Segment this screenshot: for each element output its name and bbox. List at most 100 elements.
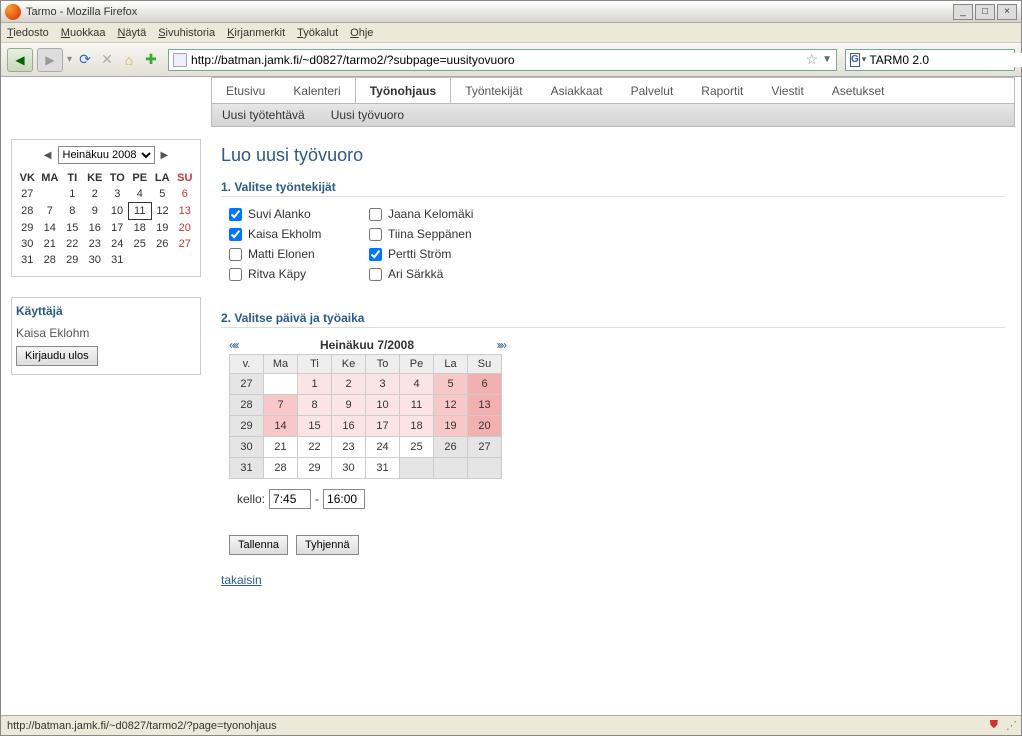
mini-cal-cell[interactable] xyxy=(174,252,197,268)
resize-grip[interactable]: ⋰ xyxy=(1006,719,1015,732)
mini-cal-cell[interactable] xyxy=(129,252,152,268)
employee-item[interactable]: Pertti Ström xyxy=(369,247,509,261)
shift-cal-day[interactable]: 30 xyxy=(332,458,366,479)
stop-icon[interactable]: ✕ xyxy=(98,51,116,69)
shift-cal-day[interactable]: 24 xyxy=(366,437,400,458)
shift-cal-day[interactable]: 29 xyxy=(298,458,332,479)
month-select[interactable]: Heinäkuu 2008 xyxy=(58,146,155,164)
time-start-input[interactable] xyxy=(269,489,311,509)
employee-checkbox[interactable] xyxy=(229,248,242,261)
employee-item[interactable]: Tiina Seppänen xyxy=(369,227,509,241)
mini-cal-cell[interactable]: 6 xyxy=(174,186,197,203)
employee-checkbox[interactable] xyxy=(369,248,382,261)
back-button[interactable]: ◀ xyxy=(7,48,33,72)
mini-cal-cell[interactable]: 9 xyxy=(84,203,107,220)
shift-cal-day[interactable]: 28 xyxy=(264,458,298,479)
mini-cal-cell[interactable]: 19 xyxy=(151,220,174,237)
shift-cal-day[interactable]: 17 xyxy=(366,416,400,437)
tab-viestit[interactable]: Viestit xyxy=(757,78,817,103)
mini-cal-cell[interactable]: 11 xyxy=(129,203,152,220)
mini-cal-cell[interactable]: 22 xyxy=(61,236,84,252)
mini-cal-cell[interactable]: 18 xyxy=(129,220,152,237)
mini-cal-cell[interactable]: 4 xyxy=(129,186,152,203)
tab-työntekijät[interactable]: Työntekijät xyxy=(451,78,536,103)
shift-cal-day[interactable]: 18 xyxy=(400,416,434,437)
home-icon[interactable]: ⌂ xyxy=(120,51,138,69)
tab-kalenteri[interactable]: Kalenteri xyxy=(279,78,354,103)
mini-cal-cell[interactable] xyxy=(151,252,174,268)
shift-cal-day[interactable]: 7 xyxy=(264,395,298,416)
menu-muokkaa[interactable]: Muokkaa xyxy=(61,27,106,39)
mini-cal-cell[interactable]: 5 xyxy=(151,186,174,203)
mini-cal-cell[interactable]: 16 xyxy=(84,220,107,237)
menu-tiedosto[interactable]: Tiedosto xyxy=(7,27,49,39)
shift-cal-day[interactable]: 23 xyxy=(332,437,366,458)
forward-button[interactable]: ▶ xyxy=(37,48,63,72)
shift-cal-day[interactable]: 5 xyxy=(434,374,468,395)
mini-cal-cell[interactable]: 20 xyxy=(174,220,197,237)
employee-item[interactable]: Jaana Kelomäki xyxy=(369,207,509,221)
employee-item[interactable]: Matti Elonen xyxy=(229,247,349,261)
menu-työkalut[interactable]: Työkalut xyxy=(297,27,338,39)
shift-cal-day[interactable]: 19 xyxy=(434,416,468,437)
mini-cal-cell[interactable]: 2 xyxy=(84,186,107,203)
shift-cal-day[interactable]: 22 xyxy=(298,437,332,458)
tab-palvelut[interactable]: Palvelut xyxy=(617,78,688,103)
shift-cal-day[interactable]: 12 xyxy=(434,395,468,416)
mini-cal-cell[interactable]: 7 xyxy=(39,203,62,220)
mini-cal-cell[interactable] xyxy=(39,186,62,203)
shift-cal-day[interactable]: 6 xyxy=(468,374,502,395)
back-link[interactable]: takaisin xyxy=(221,573,262,587)
mini-cal-cell[interactable]: 14 xyxy=(39,220,62,237)
shift-cal-day[interactable]: 31 xyxy=(366,458,400,479)
search-bar[interactable]: G ▾ 🔍 xyxy=(845,49,1015,71)
tab-asetukset[interactable]: Asetukset xyxy=(818,78,899,103)
mini-cal-cell[interactable]: 25 xyxy=(129,236,152,252)
shift-cal-day[interactable]: 2 xyxy=(332,374,366,395)
shift-cal-day[interactable]: 26 xyxy=(434,437,468,458)
security-icon[interactable]: ⛊ xyxy=(990,719,998,732)
mini-cal-cell[interactable]: 12 xyxy=(151,203,174,220)
minimize-button[interactable]: _ xyxy=(953,4,973,20)
url-input[interactable] xyxy=(191,53,802,67)
employee-checkbox[interactable] xyxy=(369,268,382,281)
shift-cal-day[interactable]: 9 xyxy=(332,395,366,416)
mini-cal-cell[interactable]: 3 xyxy=(106,186,129,203)
shift-cal-next[interactable]: ››» xyxy=(496,338,505,352)
tab-asiakkaat[interactable]: Asiakkaat xyxy=(537,78,617,103)
shift-cal-day[interactable]: 20 xyxy=(468,416,502,437)
tab-etusivu[interactable]: Etusivu xyxy=(212,78,279,103)
mini-cal-cell[interactable]: 23 xyxy=(84,236,107,252)
menu-sivuhistoria[interactable]: Sivuhistoria xyxy=(158,27,215,39)
shift-cal-day[interactable]: 27 xyxy=(468,437,502,458)
shift-cal-day[interactable]: 3 xyxy=(366,374,400,395)
mini-cal-cell[interactable]: 30 xyxy=(84,252,107,268)
mini-cal-cell[interactable]: 24 xyxy=(106,236,129,252)
time-end-input[interactable] xyxy=(323,489,365,509)
shift-cal-day[interactable]: 21 xyxy=(264,437,298,458)
mini-cal-cell[interactable]: 21 xyxy=(39,236,62,252)
reload-icon[interactable]: ⟳ xyxy=(76,51,94,69)
save-button[interactable]: Tallenna xyxy=(229,535,288,555)
logout-button[interactable]: Kirjaudu ulos xyxy=(16,346,98,366)
shift-cal-day[interactable]: 4 xyxy=(400,374,434,395)
cal-prev-icon[interactable]: ◀ xyxy=(44,150,52,161)
mini-cal-cell[interactable]: 17 xyxy=(106,220,129,237)
mini-cal-cell[interactable]: 26 xyxy=(151,236,174,252)
employee-checkbox[interactable] xyxy=(229,228,242,241)
employee-item[interactable]: Kaisa Ekholm xyxy=(229,227,349,241)
mini-cal-cell[interactable]: 15 xyxy=(61,220,84,237)
shift-cal-day[interactable]: 16 xyxy=(332,416,366,437)
addon-icon[interactable]: ✚ xyxy=(142,51,160,69)
employee-item[interactable]: Suvi Alanko xyxy=(229,207,349,221)
mini-cal-cell[interactable]: 28 xyxy=(39,252,62,268)
subtab-uusi-työtehtävä[interactable]: Uusi työtehtävä xyxy=(222,108,305,122)
mini-cal-cell[interactable]: 27 xyxy=(174,236,197,252)
employee-checkbox[interactable] xyxy=(369,228,382,241)
menu-näytä[interactable]: Näytä xyxy=(117,27,146,39)
mini-cal-cell[interactable]: 1 xyxy=(61,186,84,203)
shift-cal-day[interactable]: 14 xyxy=(264,416,298,437)
maximize-button[interactable]: □ xyxy=(975,4,995,20)
shift-cal-day[interactable]: 13 xyxy=(468,395,502,416)
mini-cal-cell[interactable]: 29 xyxy=(61,252,84,268)
